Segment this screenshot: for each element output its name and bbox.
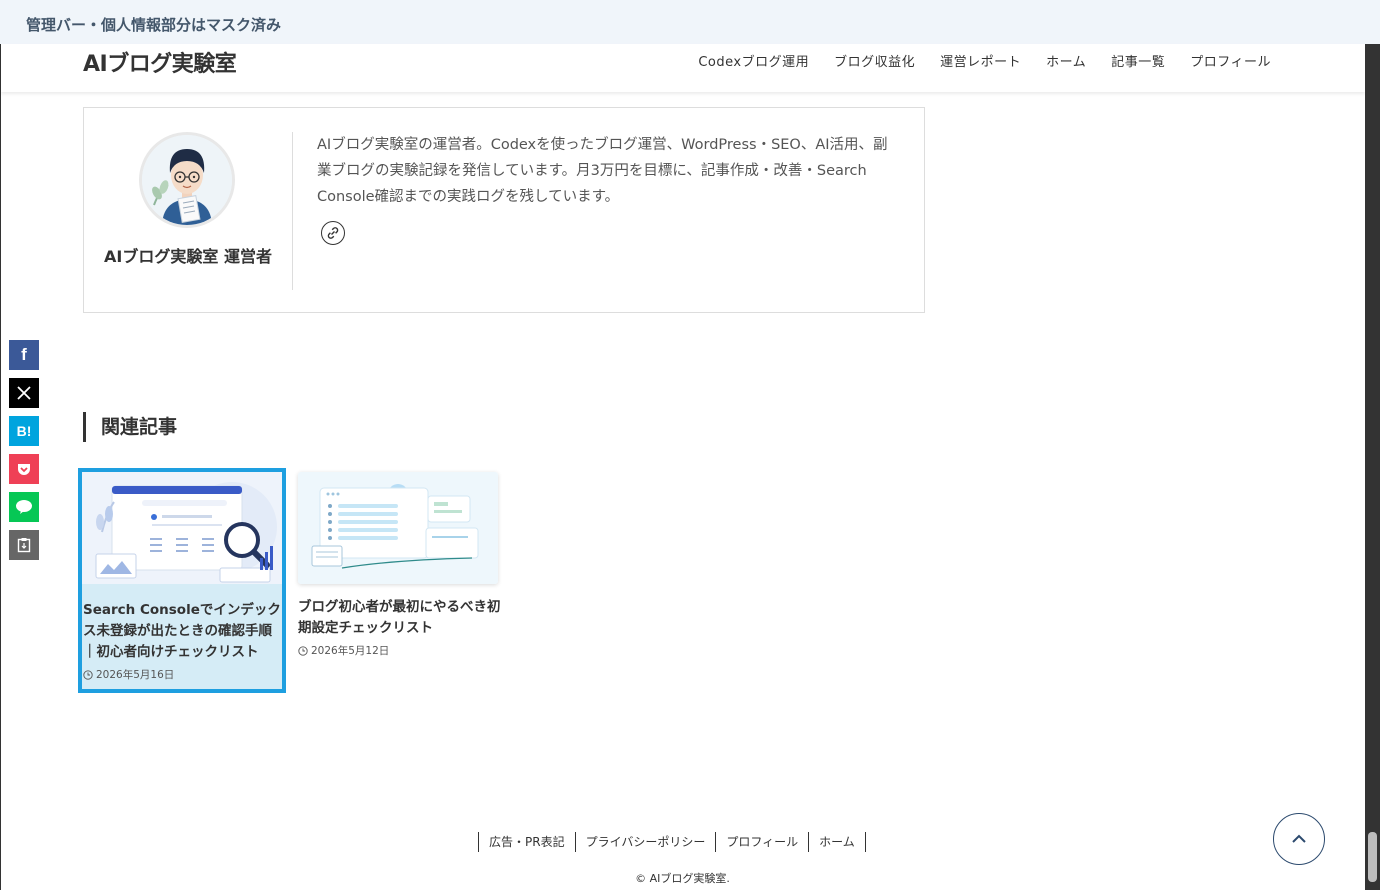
author-link-button[interactable] [321,221,345,245]
pocket-icon [18,464,30,475]
nav-item-home[interactable]: ホーム [1046,51,1086,70]
related-heading: 関連記事 [83,412,177,442]
chevron-up-icon [1292,834,1306,843]
card-date: 2026年5月16日 [83,667,282,682]
card-thumbnail [82,472,282,584]
author-bio: AIブログ実験室の運営者。Codexを使ったブログ運営、WordPress・SE… [317,137,888,205]
line-icon [16,500,32,514]
author-box: AIブログ実験室 運営者 AIブログ実験室の運営者。Codexを使ったブログ運営… [83,107,925,313]
admin-bar-text: 管理バー・個人情報部分はマスク済み [26,16,282,34]
line-share-button[interactable] [9,492,39,522]
nav-item-monetization[interactable]: ブログ収益化 [834,51,915,70]
author-avatar [139,132,235,228]
facebook-share-button[interactable]: f [9,340,39,370]
share-buttons: f B! [9,340,39,568]
scrollbar-thumb[interactable] [1368,832,1377,882]
card-title[interactable]: ブログ初心者が最初にやるべき初期設定チェックリスト [298,597,502,639]
x-share-button[interactable] [9,378,39,408]
card-thumbnail [298,472,498,584]
pocket-share-button[interactable] [9,454,39,484]
hatena-share-button[interactable]: B! [9,416,39,446]
card-title[interactable]: Search Consoleでインデックス未登録が出たときの確認手順｜初心者向け… [83,600,282,663]
card-date: 2026年5月12日 [298,643,502,658]
nav-item-profile[interactable]: プロフィール [1190,51,1271,70]
site-header: AIブログ実験室 Codexブログ運用 ブログ収益化 運営レポート ホーム 記事… [1,44,1365,92]
card-date-text: 2026年5月12日 [311,645,390,657]
footer-link-privacy[interactable]: プライバシーポリシー [576,832,717,852]
nav-item-report[interactable]: 運営レポート [940,51,1021,70]
admin-bar: 管理バー・個人情報部分はマスク済み [0,0,1380,44]
footer-link-ad-disclosure[interactable]: 広告・PR表記 [479,832,576,852]
x-icon [17,386,31,400]
copy-icon [17,538,31,553]
clock-icon [83,669,93,680]
link-icon [327,227,339,239]
site-title[interactable]: AIブログ実験室 [83,46,237,78]
related-card[interactable]: ブログ初心者が最初にやるべき初期設定チェックリスト 2026年5月12日 [294,468,502,668]
hatena-bookmark-icon: B! [16,423,32,439]
author-name: AIブログ実験室 運営者 [104,247,272,266]
nav-item-codex[interactable]: Codexブログ運用 [698,51,809,70]
page-border [0,44,1,890]
footer-link-home[interactable]: ホーム [809,832,866,852]
copy-share-button[interactable] [9,530,39,560]
nav-item-articles[interactable]: 記事一覧 [1111,51,1165,70]
back-to-top-button[interactable] [1273,813,1325,865]
clock-icon [298,645,308,656]
global-nav: Codexブログ運用 ブログ収益化 運営レポート ホーム 記事一覧 プロフィール [673,51,1271,70]
facebook-icon: f [21,345,27,364]
footer-link-profile[interactable]: プロフィール [716,832,810,852]
scrollbar[interactable] [1365,44,1380,890]
divider [292,132,293,290]
card-date-text: 2026年5月16日 [96,669,175,681]
footer-nav: 広告・PR表記 プライバシーポリシー プロフィール ホーム [478,832,866,852]
copyright: © AIブログ実験室. [635,872,730,885]
related-card[interactable]: Search Consoleでインデックス未登録が出たときの確認手順｜初心者向け… [78,468,286,693]
